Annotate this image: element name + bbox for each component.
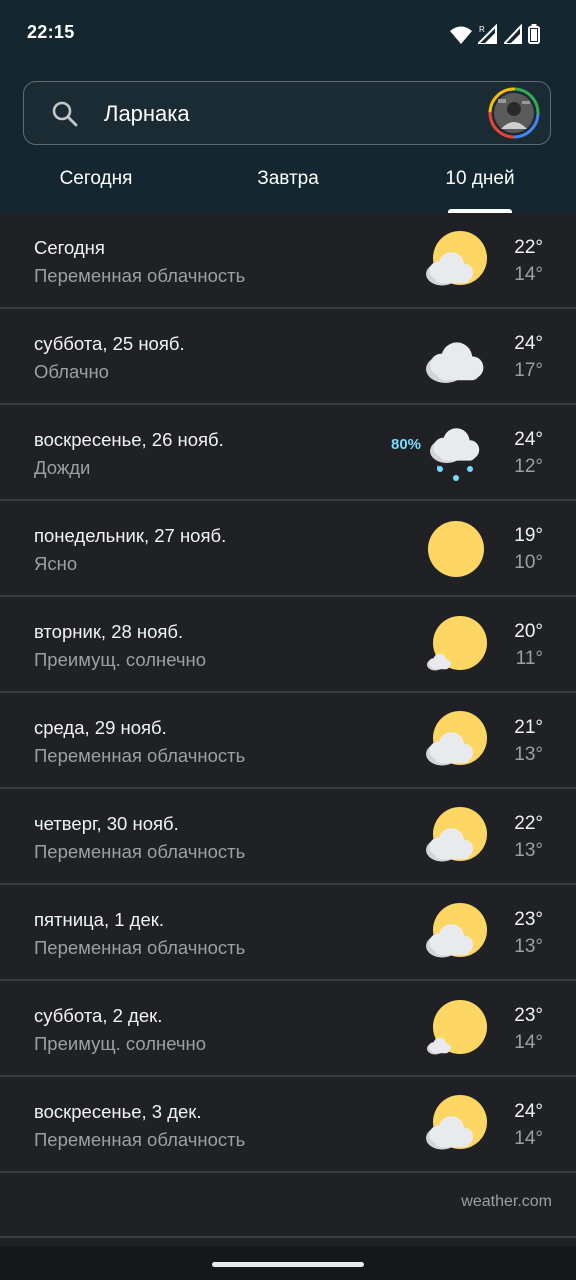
forecast-row[interactable]: воскресенье, 26 нояб. Дожди 80% 24° 12°: [0, 405, 576, 501]
forecast-day: суббота, 2 дек.: [34, 1005, 163, 1026]
low-temp: 13°: [514, 936, 543, 957]
cloudy-icon: [424, 325, 488, 389]
status-icons: R: [450, 22, 540, 44]
forecast-condition: Переменная облачность: [34, 745, 246, 766]
partly-cloudy-icon: [424, 709, 488, 773]
tab-tomorrow[interactable]: Завтра: [257, 168, 319, 190]
forecast-row[interactable]: суббота, 25 нояб. Облачно 24° 17°: [0, 309, 576, 405]
forecast-day: Сегодня: [34, 237, 105, 258]
forecast-condition: Дожди: [34, 457, 91, 478]
search-icon[interactable]: [52, 101, 78, 132]
mostly-sunny-icon: [424, 613, 488, 677]
high-temp: 24°: [514, 333, 543, 354]
forecast-row[interactable]: четверг, 30 нояб. Переменная облачность …: [0, 789, 576, 885]
precip-chance: 80%: [391, 436, 422, 453]
low-temp: 14°: [514, 1032, 543, 1053]
high-temp: 23°: [514, 909, 543, 930]
high-temp: 24°: [514, 429, 543, 450]
signal-roaming-icon: R: [478, 24, 498, 44]
forecast-row[interactable]: суббота, 2 дек. Преимущ. солнечно 23° 14…: [0, 981, 576, 1077]
forecast-day: вторник, 28 нояб.: [34, 621, 184, 642]
forecast-row[interactable]: воскресенье, 3 дек. Переменная облачност…: [0, 1077, 576, 1173]
forecast-row[interactable]: Сегодня Переменная облачность 22° 14°: [0, 213, 576, 309]
high-temp: 22°: [514, 813, 543, 834]
forecast-row[interactable]: среда, 29 нояб. Переменная облачность 21…: [0, 693, 576, 789]
rain-icon: [424, 421, 488, 485]
low-temp: 12°: [514, 456, 543, 477]
forecast-condition: Переменная облачность: [34, 937, 246, 958]
partly-cloudy-icon: [424, 901, 488, 965]
forecast-day: пятница, 1 дек.: [34, 909, 164, 930]
high-temp: 20°: [514, 621, 543, 642]
tab-today[interactable]: Сегодня: [60, 168, 133, 190]
status-bar: 22:15 R: [0, 0, 576, 68]
partly-cloudy-icon: [424, 229, 488, 293]
forecast-tabs: Сегодня Завтра 10 дней: [0, 160, 576, 213]
low-temp: 13°: [514, 840, 543, 861]
low-temp: 17°: [514, 360, 543, 381]
low-temp: 10°: [514, 552, 543, 573]
forecast-row[interactable]: вторник, 28 нояб. Преимущ. солнечно 20° …: [0, 597, 576, 693]
low-temp: 14°: [514, 1128, 543, 1149]
forecast-condition: Ясно: [34, 553, 78, 574]
forecast-day: среда, 29 нояб.: [34, 717, 167, 738]
app-header: 22:15 R Ларнака Сегодня Завтра 10 дней: [0, 0, 576, 213]
high-temp: 23°: [514, 1005, 543, 1026]
tab-10-days[interactable]: 10 дней: [445, 168, 514, 190]
signal-icon: [504, 24, 522, 44]
low-temp: 11°: [515, 648, 543, 669]
high-temp: 24°: [514, 1101, 543, 1122]
navigation-bar: [0, 1246, 576, 1280]
high-temp: 22°: [514, 237, 543, 258]
forecast-condition: Переменная облачность: [34, 841, 246, 862]
sunny-icon: [424, 517, 488, 581]
partly-cloudy-icon: [424, 805, 488, 869]
wifi-icon: [450, 26, 472, 44]
source-link[interactable]: weather.com: [461, 1193, 552, 1211]
forecast-condition: Переменная облачность: [34, 265, 246, 286]
high-temp: 21°: [514, 717, 543, 738]
forecast-day: воскресенье, 26 нояб.: [34, 429, 224, 450]
location-search-box[interactable]: Ларнака: [23, 81, 551, 145]
forecast-condition: Преимущ. солнечно: [34, 1033, 207, 1054]
forecast-condition: Облачно: [34, 361, 109, 382]
partly-cloudy-icon: [424, 1093, 488, 1157]
forecast-row[interactable]: понедельник, 27 нояб. Ясно 19° 10°: [0, 501, 576, 597]
forecast-list: Сегодня Переменная облачность 22° 14° су…: [0, 213, 576, 1173]
forecast-day: понедельник, 27 нояб.: [34, 525, 227, 546]
avatar[interactable]: [488, 87, 540, 139]
forecast-day: четверг, 30 нояб.: [34, 813, 179, 834]
svg-text:R: R: [479, 25, 485, 34]
battery-icon: [528, 24, 540, 44]
divider: [0, 1236, 576, 1238]
forecast-condition: Преимущ. солнечно: [34, 649, 207, 670]
low-temp: 13°: [514, 744, 543, 765]
home-gesture-handle[interactable]: [212, 1262, 364, 1267]
status-time: 22:15: [27, 22, 75, 42]
forecast-day: воскресенье, 3 дек.: [34, 1101, 202, 1122]
high-temp: 19°: [514, 525, 543, 546]
search-input[interactable]: Ларнака: [104, 101, 190, 127]
forecast-condition: Переменная облачность: [34, 1129, 246, 1150]
mostly-sunny-icon: [424, 997, 488, 1061]
forecast-row[interactable]: пятница, 1 дек. Переменная облачность 23…: [0, 885, 576, 981]
low-temp: 14°: [514, 264, 543, 285]
forecast-day: суббота, 25 нояб.: [34, 333, 185, 354]
